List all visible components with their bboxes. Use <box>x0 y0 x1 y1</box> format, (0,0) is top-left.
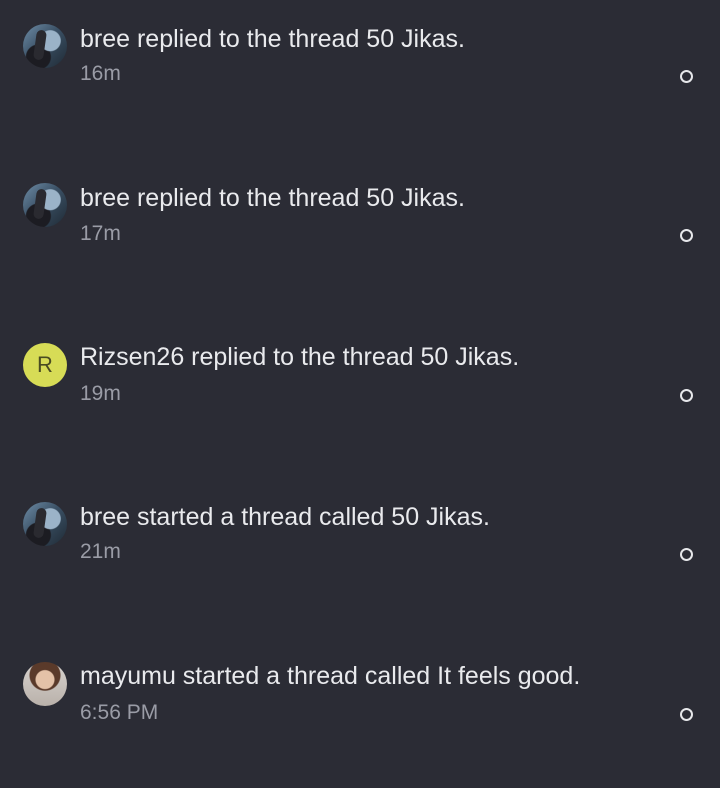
notification-time: 6:56 PM <box>80 701 159 724</box>
notification-item[interactable]: R Rizsen26 replied to the thread 50 Jika… <box>0 318 720 438</box>
avatar[interactable] <box>23 502 67 546</box>
avatar[interactable] <box>23 24 67 68</box>
unread-indicator-icon[interactable] <box>680 548 693 561</box>
avatar[interactable] <box>23 183 67 227</box>
notification-time: 21m <box>80 540 121 563</box>
notification-message: bree started a thread called 50 Jikas. <box>80 503 490 531</box>
avatar[interactable]: R <box>23 343 67 387</box>
notification-item[interactable]: mayumu started a thread called It feels … <box>0 637 720 757</box>
notification-time: 16m <box>80 62 121 85</box>
notification-item[interactable]: bree started a thread called 50 Jikas. 2… <box>0 478 720 598</box>
unread-indicator-icon[interactable] <box>680 229 693 242</box>
notification-feed: bree replied to the thread 50 Jikas. 16m… <box>0 0 720 788</box>
notification-time: 17m <box>80 222 121 245</box>
avatar-letter: R <box>37 352 53 377</box>
avatar[interactable] <box>23 662 67 706</box>
notification-item[interactable]: bree replied to the thread 50 Jikas. 17m <box>0 159 720 279</box>
unread-indicator-icon[interactable] <box>680 70 693 83</box>
notification-message: mayumu started a thread called It feels … <box>80 662 581 690</box>
notification-time: 19m <box>80 382 121 405</box>
notification-item[interactable]: bree replied to the thread 50 Jikas. 16m <box>0 0 720 120</box>
unread-indicator-icon[interactable] <box>680 708 693 721</box>
unread-indicator-icon[interactable] <box>680 389 693 402</box>
notification-message: bree replied to the thread 50 Jikas. <box>80 25 465 53</box>
notification-message: bree replied to the thread 50 Jikas. <box>80 184 465 212</box>
notification-message: Rizsen26 replied to the thread 50 Jikas. <box>80 343 520 371</box>
